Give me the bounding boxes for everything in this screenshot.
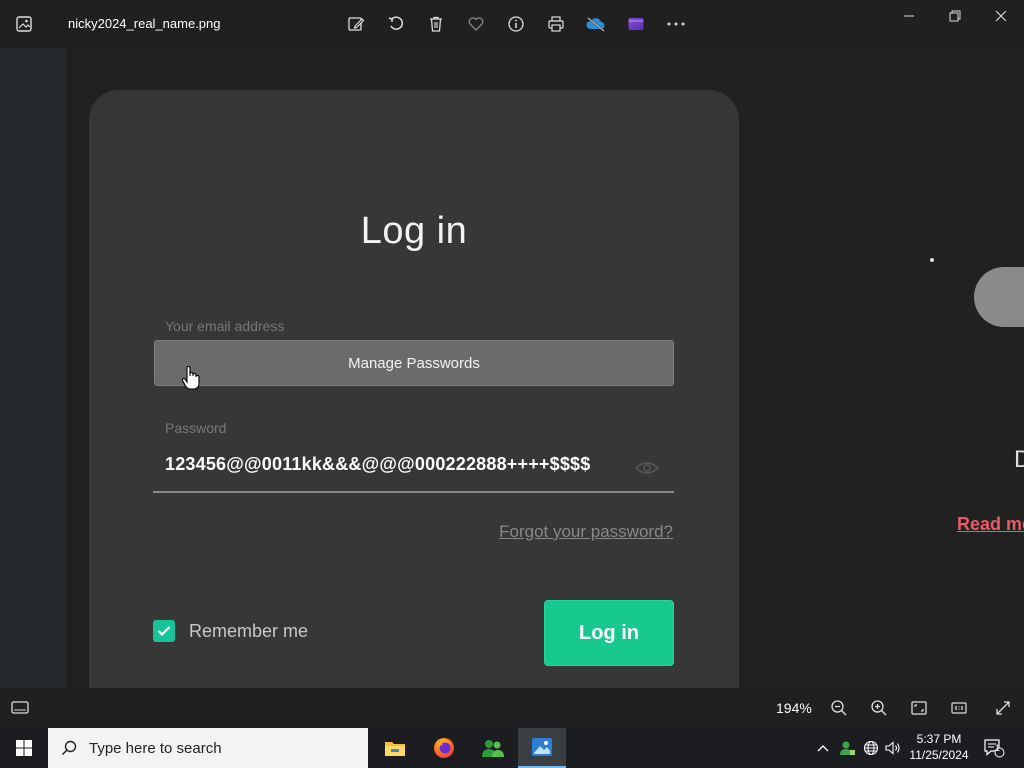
password-underline <box>153 491 674 493</box>
clipchamp-icon[interactable] <box>616 9 656 39</box>
windows-logo-icon <box>16 740 32 756</box>
zoom-level: 194% <box>776 700 812 716</box>
eye-icon[interactable] <box>634 459 660 477</box>
login-button[interactable]: Log in <box>544 600 674 666</box>
volume-icon[interactable] <box>882 728 904 768</box>
manage-passwords-popup[interactable]: Manage Passwords <box>154 340 674 386</box>
email-label: Your email address <box>165 318 285 334</box>
fullscreen-icon[interactable] <box>992 698 1014 718</box>
folder-icon <box>385 742 405 756</box>
search-icon <box>61 740 77 756</box>
windows-taskbar: Type here to search 5:37 PM 11/25/2024 1 <box>0 728 1024 768</box>
notification-count: 1 <box>995 743 1001 753</box>
file-name: nicky2024_real_name.png <box>68 16 221 31</box>
remember-checkbox[interactable] <box>153 620 175 642</box>
delete-icon[interactable] <box>416 9 456 39</box>
decorative-dot <box>930 258 934 262</box>
zoom-out-icon[interactable] <box>828 698 850 718</box>
page-left-strip <box>0 48 66 688</box>
user-status-icon[interactable] <box>836 728 858 768</box>
image-viewport[interactable]: Log in Your email address nicholasmartin… <box>0 48 1024 688</box>
filmstrip-icon[interactable] <box>10 699 30 717</box>
rotate-icon[interactable] <box>376 9 416 39</box>
taskbar-search-box[interactable]: Type here to search <box>48 728 368 768</box>
onedrive-icon[interactable] <box>576 9 616 39</box>
clock-time: 5:37 PM <box>916 732 962 746</box>
start-button[interactable] <box>0 728 48 768</box>
people-icon <box>482 740 504 757</box>
restore-icon[interactable] <box>932 0 978 32</box>
checkmark-icon <box>157 626 171 637</box>
favorite-icon[interactable] <box>456 9 496 39</box>
actual-size-icon[interactable] <box>948 698 970 718</box>
chevron-up-icon <box>817 745 829 752</box>
login-title: Log in <box>360 210 468 252</box>
photos-bottom-bar: 194% <box>0 688 1024 728</box>
partial-heading-text: D <box>1014 446 1024 473</box>
show-hidden-icons[interactable] <box>812 728 834 768</box>
photos-app[interactable] <box>518 728 566 768</box>
photos-title-bar: nicky2024_real_name.png <box>0 0 1024 48</box>
remember-me[interactable]: Remember me <box>153 620 308 642</box>
taskbar-clock[interactable]: 5:37 PM 11/25/2024 <box>904 731 974 763</box>
hand-cursor-icon <box>181 366 200 390</box>
firefox-app[interactable] <box>420 728 468 768</box>
photos-app-icon <box>16 16 32 32</box>
photos-toolbar <box>336 9 696 39</box>
window-controls <box>886 0 1024 32</box>
file-explorer-app[interactable] <box>371 728 419 768</box>
zoom-in-icon[interactable] <box>868 698 890 718</box>
forgot-password-link[interactable]: Forgot your password? <box>499 522 673 542</box>
people-app[interactable] <box>469 728 517 768</box>
print-icon[interactable] <box>536 9 576 39</box>
edit-icon[interactable] <box>336 9 376 39</box>
network-globe-icon[interactable] <box>860 728 882 768</box>
more-icon[interactable] <box>656 9 696 39</box>
clock-date: 11/25/2024 <box>909 748 969 762</box>
firefox-icon <box>434 738 454 758</box>
password-label: Password <box>165 420 227 436</box>
close-icon[interactable] <box>978 0 1024 32</box>
search-placeholder: Type here to search <box>89 739 222 757</box>
password-field[interactable]: 123456@@0011kk&&&@@@000222888++++$$$$ <box>165 454 590 475</box>
minimize-icon[interactable] <box>886 0 932 32</box>
remember-label: Remember me <box>189 620 309 641</box>
read-more-link[interactable]: Read me <box>957 514 1024 535</box>
notification-icon <box>984 739 1005 758</box>
info-icon[interactable] <box>496 9 536 39</box>
photos-icon <box>532 738 552 756</box>
notification-center[interactable]: 1 <box>980 728 1008 768</box>
fit-to-window-icon[interactable] <box>908 698 930 718</box>
